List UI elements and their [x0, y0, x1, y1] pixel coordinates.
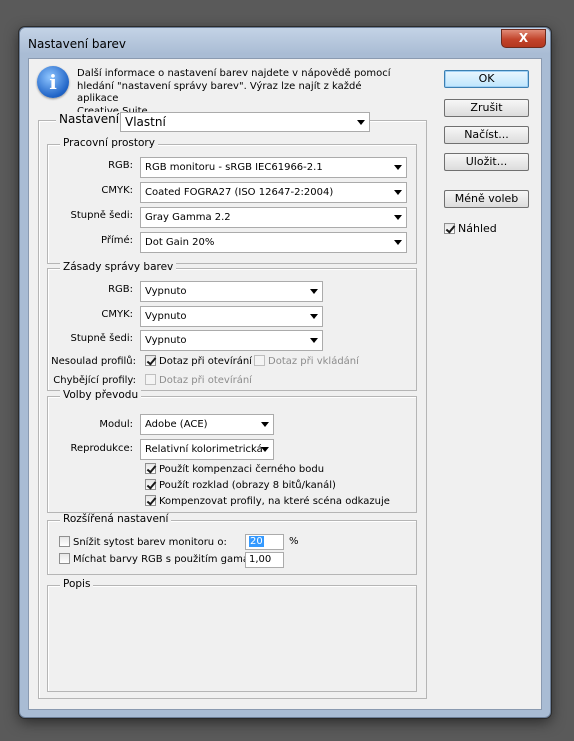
engine-label: Modul:	[99, 419, 133, 430]
settings-label: Nastavení:	[56, 112, 127, 126]
pol-rgb-label: RGB:	[108, 284, 133, 295]
chevron-down-icon	[310, 289, 318, 294]
pol-rgb-select[interactable]: Vypnuto	[140, 281, 323, 302]
pol-cmyk-label: CMYK:	[101, 309, 133, 320]
pol-gray-label: Stupně šedi:	[70, 333, 133, 344]
check-icon[interactable]	[254, 355, 265, 366]
color-settings-dialog: Nastavení barev X i Další informace o na…	[19, 27, 551, 718]
dither-checkbox[interactable]: Použít rozklad (obrazy 8 bitů/kanál)	[145, 479, 336, 493]
check-icon[interactable]	[145, 463, 156, 474]
ws-cmyk-label: CMYK:	[101, 185, 133, 196]
pol-cmyk-select[interactable]: Vypnuto	[140, 306, 323, 327]
desaturate-label: Snížit sytost barev monitoru o:	[73, 537, 227, 548]
mismatch-ask-paste-label: Dotaz při vkládání	[268, 356, 359, 367]
chevron-down-icon	[394, 240, 402, 245]
settings-select[interactable]: Vlastní	[120, 112, 370, 132]
preview-label: Náhled	[458, 222, 497, 235]
ws-gray-value: Gray Gamma 2.2	[145, 212, 231, 223]
compensate-checkbox[interactable]: Kompenzovat profily, na které scéna odka…	[145, 495, 390, 509]
intent-value: Relativní kolorimetrická	[145, 444, 263, 455]
ws-spot-select[interactable]: Dot Gain 20%	[140, 232, 407, 253]
working-spaces-title: Pracovní prostory	[60, 137, 158, 149]
chevron-down-icon	[394, 215, 402, 220]
intent-label: Reprodukce:	[70, 443, 133, 454]
chevron-down-icon	[394, 190, 402, 195]
ws-gray-select[interactable]: Gray Gamma 2.2	[140, 207, 407, 228]
preview-checkbox[interactable]: Náhled	[444, 222, 497, 236]
desaturate-input[interactable]: 20	[245, 534, 284, 550]
ws-cmyk-value: Coated FOGRA27 (ISO 12647-2:2004)	[145, 187, 334, 198]
desaturate-checkbox[interactable]: Snížit sytost barev monitoru o:	[59, 536, 227, 550]
save-button[interactable]: Uložit...	[444, 153, 529, 171]
ws-rgb-value: RGB monitoru - sRGB IEC61966-2.1	[145, 162, 323, 173]
chevron-down-icon	[261, 422, 269, 427]
policies-title: Zásady správy barev	[60, 261, 177, 273]
pol-rgb-value: Vypnuto	[145, 286, 187, 297]
engine-select[interactable]: Adobe (ACE)	[140, 414, 274, 435]
engine-value: Adobe (ACE)	[145, 419, 208, 430]
load-button[interactable]: Načíst...	[444, 126, 529, 144]
mismatch-ask-paste-checkbox[interactable]: Dotaz při vkládání	[254, 355, 359, 369]
desaturate-value: 20	[249, 536, 264, 547]
intent-select[interactable]: Relativní kolorimetrická	[140, 439, 274, 460]
pol-gray-select[interactable]: Vypnuto	[140, 330, 323, 351]
chevron-down-icon	[357, 120, 365, 125]
check-icon[interactable]	[59, 536, 70, 547]
check-icon[interactable]	[59, 553, 70, 564]
check-icon[interactable]	[145, 479, 156, 490]
ok-button[interactable]: OK	[444, 70, 529, 88]
mismatch-ask-open-label: Dotaz při otevírání	[159, 356, 252, 367]
missing-ask-open-label: Dotaz při otevírání	[159, 375, 252, 386]
ws-spot-label: Přímé:	[100, 235, 133, 246]
ws-cmyk-select[interactable]: Coated FOGRA27 (ISO 12647-2:2004)	[140, 182, 407, 203]
blend-gamma-label: Míchat barvy RGB s použitím gama:	[73, 554, 253, 565]
check-icon[interactable]	[145, 495, 156, 506]
ws-rgb-label: RGB:	[108, 160, 133, 171]
fewer-options-button[interactable]: Méně voleb	[444, 190, 529, 208]
mismatch-ask-open-checkbox[interactable]: Dotaz při otevírání	[145, 355, 252, 369]
pol-cmyk-value: Vypnuto	[145, 311, 187, 322]
bpc-label: Použít kompenzaci černého bodu	[159, 464, 325, 475]
description-title: Popis	[60, 578, 94, 590]
bpc-checkbox[interactable]: Použít kompenzaci černého bodu	[145, 463, 324, 477]
chevron-down-icon	[394, 165, 402, 170]
info-text: Další informace o nastavení barev najdet…	[77, 68, 391, 117]
check-icon[interactable]	[145, 374, 156, 385]
close-button[interactable]: X	[501, 29, 546, 48]
settings-value: Vlastní	[125, 115, 166, 129]
ws-gray-label: Stupně šedi:	[70, 210, 133, 221]
info-icon: i	[37, 66, 69, 98]
ws-rgb-select[interactable]: RGB monitoru - sRGB IEC61966-2.1	[140, 157, 407, 178]
dialog-body: i Další informace o nastavení barev najd…	[28, 58, 542, 710]
chevron-down-icon	[310, 314, 318, 319]
conversion-title: Volby převodu	[60, 389, 142, 401]
chevron-down-icon	[310, 338, 318, 343]
pol-gray-value: Vypnuto	[145, 335, 187, 346]
compensate-label: Kompenzovat profily, na které scéna odka…	[159, 496, 390, 507]
dither-label: Použít rozklad (obrazy 8 bitů/kanál)	[159, 480, 336, 491]
description-group: Popis	[47, 578, 417, 692]
dialog-title: Nastavení barev	[28, 37, 127, 51]
blend-gamma-input[interactable]: 1,00	[245, 552, 284, 568]
missing-label: Chybějící profily:	[53, 375, 136, 386]
chevron-down-icon	[261, 447, 269, 452]
percent-unit: %	[289, 536, 299, 547]
cancel-button[interactable]: Zrušit	[444, 99, 529, 117]
advanced-title: Rozšířená nastavení	[60, 513, 172, 525]
blend-gamma-value: 1,00	[249, 554, 272, 565]
ws-spot-value: Dot Gain 20%	[145, 237, 215, 248]
preview-check-icon[interactable]	[444, 223, 455, 234]
blend-gamma-checkbox[interactable]: Míchat barvy RGB s použitím gama:	[59, 553, 252, 567]
missing-ask-open-checkbox[interactable]: Dotaz při otevírání	[145, 374, 252, 388]
check-icon[interactable]	[145, 355, 156, 366]
title-bar[interactable]: Nastavení barev X	[20, 28, 550, 54]
mismatch-label: Nesoulad profilů:	[51, 356, 136, 367]
